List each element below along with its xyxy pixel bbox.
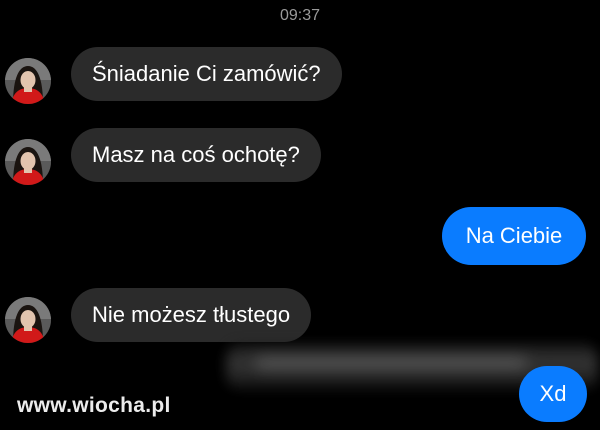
- message-timestamp: 09:37: [279, 7, 321, 24]
- incoming-message-bubble[interactable]: Śniadanie Ci zamówić?: [71, 47, 342, 101]
- incoming-message-bubble[interactable]: Nie możesz tłustego: [71, 288, 312, 342]
- contact-avatar[interactable]: [5, 58, 51, 104]
- outgoing-message-bubble[interactable]: Xd: [519, 366, 587, 422]
- outgoing-message-bubble[interactable]: Na Ciebie: [442, 207, 586, 265]
- contact-avatar[interactable]: [5, 297, 51, 343]
- contact-avatar[interactable]: [5, 139, 51, 185]
- blurred-text: [256, 358, 526, 368]
- watermark-text: www.wiocha.pl: [17, 394, 171, 417]
- incoming-message-bubble[interactable]: Masz na coś ochotę?: [71, 128, 321, 182]
